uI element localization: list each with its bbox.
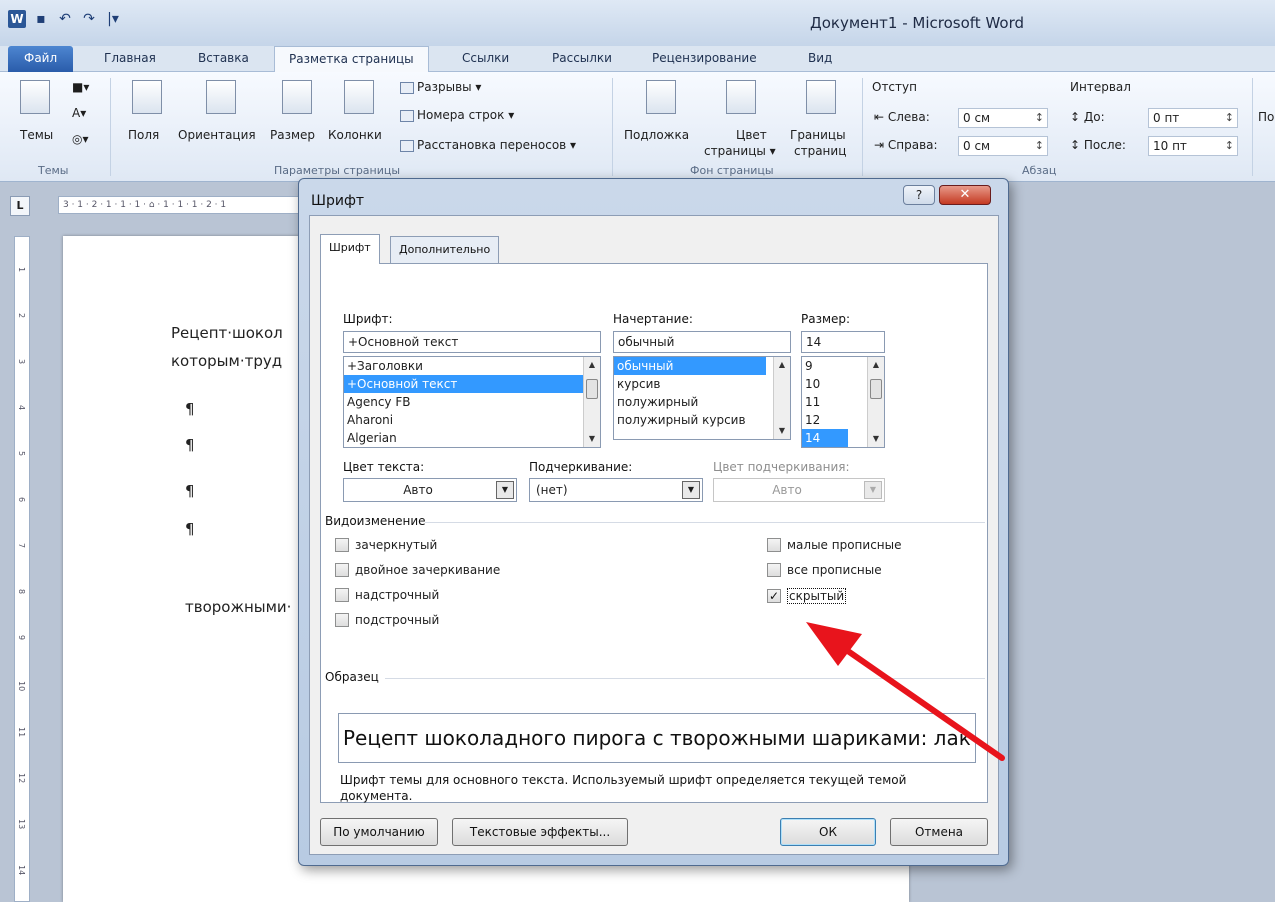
- annotation-arrow-shaft: [829, 637, 1005, 761]
- annotation-arrow-icon: [806, 622, 1005, 761]
- annotation-arrow-head: [806, 622, 862, 666]
- tab-font[interactable]: Шрифт: [320, 234, 380, 264]
